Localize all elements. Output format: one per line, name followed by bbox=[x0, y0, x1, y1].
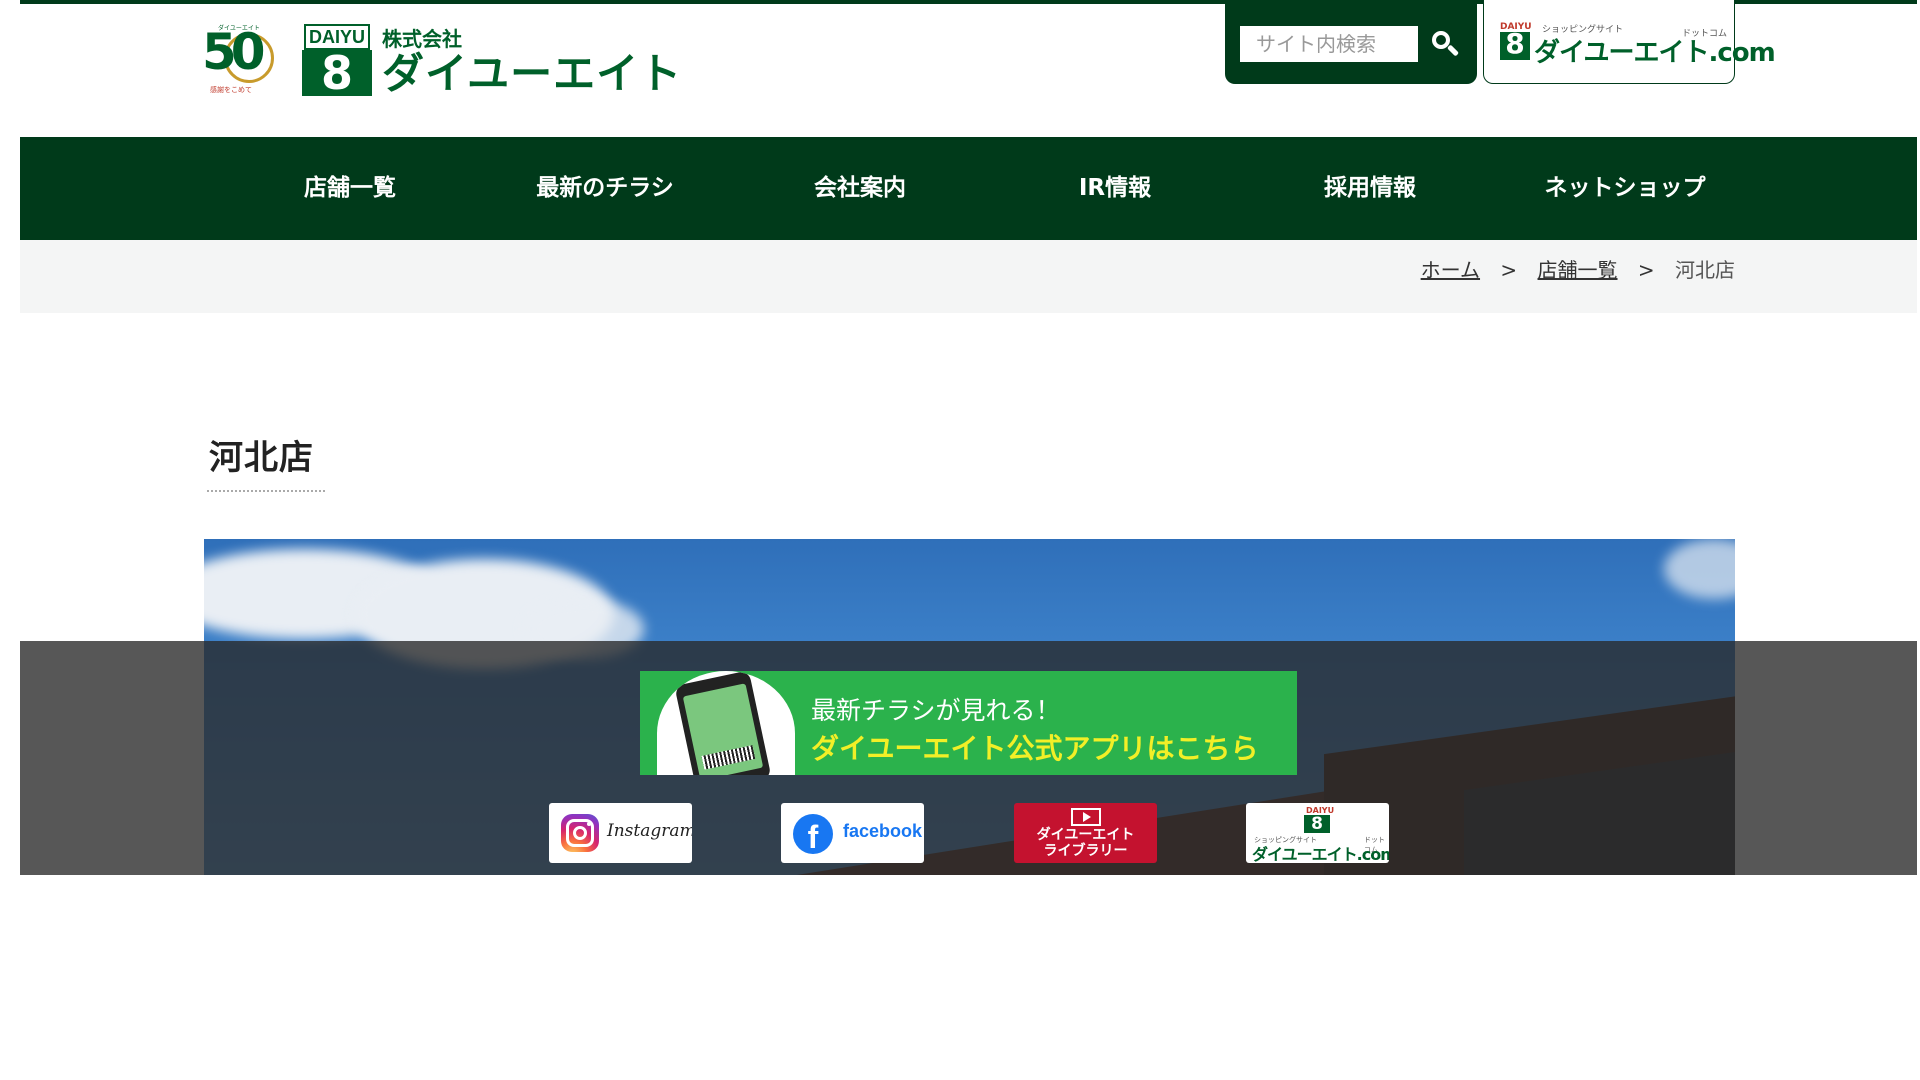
logo-text-group: 株式会社 ダイユーエイト bbox=[382, 26, 682, 96]
dotcom-footer-name: ダイユーエイト.com bbox=[1252, 845, 1389, 863]
library-label-line1: ダイユーエイト bbox=[1036, 827, 1135, 843]
breadcrumb-bar: ホーム > 店舗一覧 > 河北店 bbox=[20, 240, 1917, 313]
search-button[interactable] bbox=[1429, 28, 1461, 60]
facebook-icon: f bbox=[793, 814, 833, 854]
facebook-label: facebook bbox=[843, 821, 923, 841]
breadcrumb-stores-link[interactable]: 店舗一覧 bbox=[1538, 258, 1618, 282]
breadcrumb-home-link[interactable]: ホーム bbox=[1421, 258, 1480, 282]
search-icon-handle bbox=[1446, 44, 1460, 57]
play-triangle bbox=[1083, 812, 1091, 822]
dotcom-footer-button[interactable]: DAIYU 8 ショッピングサイト ドットコム ダイユーエイト.com bbox=[1246, 803, 1389, 863]
instagram-icon-dot bbox=[587, 822, 591, 826]
nav-item-recruit[interactable]: 採用情報 bbox=[1250, 137, 1490, 240]
company-logo: DAIYU 8 株式会社 ダイユーエイト bbox=[302, 24, 682, 96]
video-play-icon bbox=[1071, 808, 1101, 826]
anniversary-top-text: ダイユーエイト bbox=[218, 25, 260, 32]
nav-item-netshop[interactable]: ネットショップ bbox=[1505, 137, 1745, 240]
dotcom-footer-eight: 8 bbox=[1304, 815, 1330, 833]
instagram-icon-lens bbox=[573, 826, 587, 840]
global-nav: 店舗一覧 最新のチラシ 会社案内 IR情報 採用情報 ネットショップ bbox=[20, 137, 1917, 240]
dotcom-daiyu-text: DAIYU bbox=[1500, 22, 1532, 32]
page: 50 ダイユーエイト 感謝をこめて DAIYU 8 株式会社 ダイユーエイト 8… bbox=[20, 0, 1917, 1080]
app-banner-line1: 最新チラシが見れる！ bbox=[811, 696, 1061, 725]
app-download-banner[interactable]: 最新チラシが見れる！ ダイユーエイト公式アプリはこちら bbox=[640, 671, 1297, 775]
page-title: 河北店 bbox=[209, 438, 314, 478]
fixed-footer-banner: 最新チラシが見れる！ ダイユーエイト公式アプリはこちら Instagram f … bbox=[20, 641, 1917, 875]
instagram-button[interactable]: Instagram bbox=[549, 803, 692, 863]
dotcom-name: ダイユーエイト.com bbox=[1534, 38, 1776, 68]
anniversary-bottom-text: 感謝をこめて bbox=[210, 86, 252, 94]
app-phone-image bbox=[657, 671, 795, 775]
app-banner-line2: ダイユーエイト公式アプリはこちら bbox=[811, 732, 1259, 765]
breadcrumb-separator: > bbox=[1500, 258, 1518, 282]
logo-mark: DAIYU 8 bbox=[302, 24, 372, 96]
instagram-label: Instagram bbox=[607, 821, 692, 841]
instagram-icon bbox=[561, 814, 599, 852]
title-underline bbox=[207, 490, 325, 492]
breadcrumb-current: 河北店 bbox=[1675, 258, 1735, 282]
nav-item-stores[interactable]: 店舗一覧 bbox=[230, 137, 470, 240]
phone-icon bbox=[674, 671, 772, 775]
logo-eight: 8 bbox=[302, 50, 372, 96]
shopping-site-button[interactable]: 8 DAIYU ショッピングサイト ドットコム ダイユーエイト.com bbox=[1483, 0, 1776, 84]
breadcrumb: ホーム > 店舗一覧 > 河北店 bbox=[1421, 240, 1735, 300]
breadcrumb-separator: > bbox=[1637, 258, 1655, 282]
site-search bbox=[1225, 0, 1477, 84]
nav-item-flyers[interactable]: 最新のチラシ bbox=[485, 137, 725, 240]
dotcom-eight-mark: 8 bbox=[1500, 28, 1530, 60]
anniversary-50-logo: 50 ダイユーエイト 感謝をこめて bbox=[202, 21, 280, 99]
nav-item-ir[interactable]: IR情報 bbox=[995, 137, 1235, 240]
logo-company-name: ダイユーエイト bbox=[382, 49, 683, 98]
library-button[interactable]: ダイユーエイト ライブラリー bbox=[1014, 803, 1157, 863]
nav-item-company[interactable]: 会社案内 bbox=[740, 137, 980, 240]
barcode-icon bbox=[701, 745, 756, 770]
cloud bbox=[1664, 539, 1735, 599]
library-label-line2: ライブラリー bbox=[1043, 843, 1128, 859]
search-input[interactable] bbox=[1240, 26, 1418, 62]
facebook-button[interactable]: f facebook bbox=[781, 803, 924, 863]
site-logo[interactable]: 50 ダイユーエイト 感謝をこめて DAIYU 8 株式会社 ダイユーエイト bbox=[202, 20, 682, 100]
phone-screen bbox=[682, 683, 764, 775]
